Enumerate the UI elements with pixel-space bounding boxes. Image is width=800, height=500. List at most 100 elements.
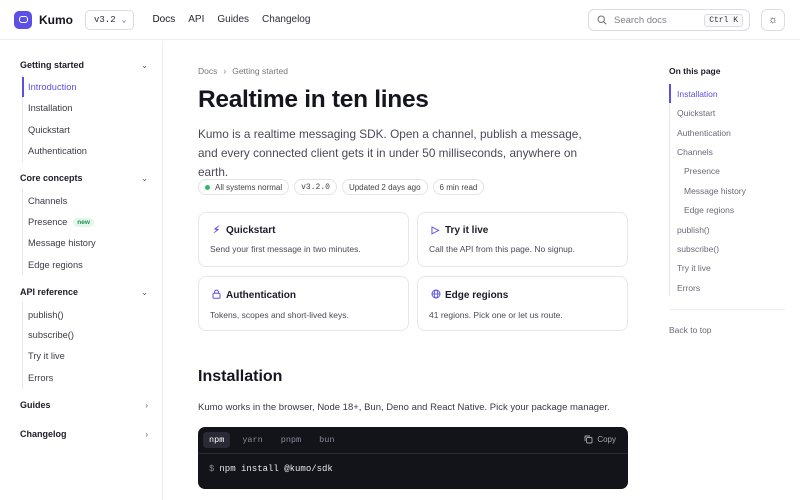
chevron-right-icon: ›: [145, 429, 148, 439]
toc-errors[interactable]: Errors: [677, 283, 700, 293]
sidebar-section-guides[interactable]: Guides ›: [20, 400, 148, 410]
tab-bun[interactable]: bun: [313, 432, 340, 448]
group-divider: [22, 188, 23, 275]
search-input[interactable]: Search docs Ctrl K: [588, 9, 750, 31]
sidebar-section-core-concepts[interactable]: Core concepts ⌄: [20, 173, 148, 183]
installation-heading: Installation: [198, 368, 283, 385]
copy-icon: [584, 435, 593, 444]
toc-installation[interactable]: Installation: [677, 89, 718, 99]
sidebar-item-installation[interactable]: Installation: [28, 103, 72, 113]
card-description: 41 regions. Pick one or let us route.: [429, 310, 563, 320]
sidebar-item-label: Presence: [28, 217, 68, 227]
search-shortcut: Ctrl K: [704, 13, 743, 27]
version-badge: v3.2.0: [294, 179, 337, 195]
sidebar-item-authentication[interactable]: Authentication: [28, 146, 87, 156]
status-dot-icon: [205, 184, 210, 190]
search-icon: [597, 15, 607, 25]
copy-label: Copy: [597, 435, 616, 444]
section-title: Getting started: [20, 60, 85, 70]
status-badge[interactable]: All systems normal: [198, 179, 290, 195]
read-time-badge: 6 min read: [432, 179, 485, 195]
command-text: npm install @kumo/sdk: [219, 464, 333, 474]
sidebar-section-api-reference[interactable]: API reference ⌄: [20, 287, 148, 297]
brand-name[interactable]: Kumo: [39, 13, 73, 27]
card-description: Call the API from this page. No signup.: [429, 244, 575, 254]
card-title: Edge regions: [445, 290, 509, 301]
toc-separator: [669, 309, 785, 310]
chevron-down-icon: ⌄: [141, 60, 148, 70]
card-title: Try it live: [445, 225, 489, 236]
toc-subscribe[interactable]: subscribe(): [677, 244, 719, 254]
tab-pnpm[interactable]: pnpm: [275, 432, 307, 448]
page-lede: Kumo is a realtime messaging SDK. Open a…: [198, 127, 582, 179]
active-indicator: [22, 77, 24, 97]
sidebar-item-errors[interactable]: Errors: [28, 373, 53, 383]
sidebar-item-introduction[interactable]: Introduction: [28, 82, 77, 92]
section-title: Guides: [20, 400, 51, 410]
section-title: API reference: [20, 287, 79, 297]
nav-changelog[interactable]: Changelog: [262, 14, 310, 25]
sidebar-item-try-it-live[interactable]: Try it live: [28, 351, 65, 361]
new-badge: new: [73, 217, 94, 227]
package-manager-tabs: npm yarn pnpm bun: [198, 427, 628, 454]
nav-guides[interactable]: Guides: [217, 14, 249, 25]
group-divider: [22, 302, 23, 389]
toc-message-history[interactable]: Message history: [684, 186, 746, 196]
toc-title: On this page: [669, 66, 721, 76]
card-authentication[interactable]: Authentication Tokens, scopes and short-…: [198, 276, 409, 331]
tab-yarn[interactable]: yarn: [236, 432, 268, 448]
sidebar-item-presence[interactable]: Presence new: [28, 217, 94, 227]
tab-npm[interactable]: npm: [203, 432, 231, 448]
sidebar-item-subscribe[interactable]: subscribe(): [28, 330, 74, 340]
back-to-top-link[interactable]: Back to top: [669, 325, 712, 335]
version-value: v3.2: [94, 14, 116, 25]
sidebar-item-quickstart[interactable]: Quickstart: [28, 125, 70, 135]
breadcrumb-docs[interactable]: Docs: [198, 66, 217, 76]
card-description: Tokens, scopes and short-lived keys.: [210, 310, 349, 320]
toc-authentication[interactable]: Authentication: [677, 128, 731, 138]
sidebar: Getting started ⌄ Introduction Installati…: [0, 41, 163, 500]
card-title: Authentication: [226, 290, 296, 301]
installation-text: Kumo works in the browser, Node 18+, Bun…: [198, 402, 610, 413]
chevron-down-icon: ⌄: [121, 15, 127, 25]
nav-docs[interactable]: Docs: [152, 14, 175, 25]
nav-api[interactable]: API: [188, 14, 204, 25]
breadcrumb-getting-started[interactable]: Getting started: [232, 66, 288, 76]
install-command[interactable]: $ npm install @kumo/sdk: [198, 454, 628, 474]
toc-presence[interactable]: Presence: [684, 166, 720, 176]
sidebar-section-changelog[interactable]: Changelog ›: [20, 429, 148, 439]
toc-edge-regions[interactable]: Edge regions: [684, 205, 734, 215]
card-quickstart[interactable]: ⚡︎ Quickstart Send your first message in …: [198, 212, 409, 267]
breadcrumb: Docs › Getting started: [198, 66, 288, 76]
theme-toggle-button[interactable]: ☼: [761, 9, 785, 31]
card-edge-regions[interactable]: Edge regions 41 regions. Pick one or let…: [417, 276, 628, 331]
sun-icon: ☼: [767, 14, 779, 26]
version-select[interactable]: v3.2 ⌄: [85, 9, 135, 30]
install-code-block: npm yarn pnpm bun Copy $ npm install @kum…: [198, 427, 628, 489]
sidebar-section-getting-started[interactable]: Getting started ⌄: [20, 60, 148, 70]
toc-quickstart[interactable]: Quickstart: [677, 108, 715, 118]
lock-icon: [210, 289, 223, 302]
sidebar-item-publish[interactable]: publish(): [28, 310, 64, 320]
chevron-right-icon: ›: [145, 400, 148, 410]
sidebar-item-channels[interactable]: Channels: [28, 196, 67, 206]
status-text: All systems normal: [215, 182, 283, 192]
sidebar-item-edge-regions[interactable]: Edge regions: [28, 260, 83, 270]
kumo-logo-icon[interactable]: [14, 10, 32, 29]
chevron-right-icon: ›: [223, 66, 227, 76]
shell-prompt: $: [209, 464, 215, 474]
card-try-it-live[interactable]: ▷ Try it live Call the API from this page…: [417, 212, 628, 267]
page-title: Realtime in ten lines: [198, 86, 429, 113]
meta-chips: All systems normal v3.2.0 Updated 2 days…: [198, 179, 485, 195]
toc-active-indicator: [669, 84, 671, 103]
sidebar-item-message-history[interactable]: Message history: [28, 238, 96, 248]
card-description: Send your first message in two minutes.: [210, 244, 361, 254]
section-title: Core concepts: [20, 173, 83, 183]
toc-divider: [669, 84, 670, 296]
section-title: Changelog: [20, 429, 67, 439]
chevron-down-icon: ⌄: [141, 287, 148, 297]
copy-button[interactable]: Copy: [584, 435, 616, 444]
toc-try-it-live[interactable]: Try it live: [677, 263, 711, 273]
toc-channels[interactable]: Channels: [677, 147, 713, 157]
toc-publish[interactable]: publish(): [677, 225, 710, 235]
